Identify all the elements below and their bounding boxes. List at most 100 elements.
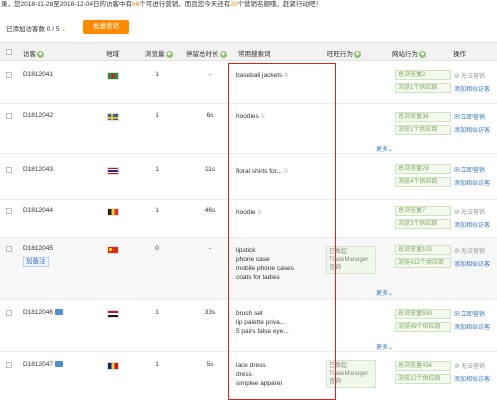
row-checkbox[interactable]: [6, 208, 12, 214]
suppliers-badge[interactable]: 浏览3个供应商: [395, 219, 451, 229]
flag-icon: [107, 113, 119, 121]
suppliers-badge[interactable]: 浏览412个供应商: [395, 258, 451, 268]
flag-icon: [107, 72, 119, 80]
ban-icon: ⊘: [454, 209, 460, 216]
add-similar-visitor-link[interactable]: 添加相似访客: [454, 220, 490, 229]
views-value: 1: [155, 71, 159, 78]
col-views-label: 浏览量: [145, 51, 165, 58]
sort-icon[interactable]: ◆: [419, 50, 426, 58]
total-views-badge[interactable]: 总浏览量29: [395, 164, 451, 174]
add-similar-visitor-link[interactable]: 添加相似访客: [454, 374, 490, 383]
visitor-id[interactable]: D1812046: [23, 309, 63, 316]
contact-card-icon: [55, 309, 63, 316]
row-checkbox[interactable]: [6, 167, 12, 173]
row-checkbox[interactable]: [6, 246, 12, 252]
action-label: 立即营销: [460, 312, 485, 318]
suppliers-badge[interactable]: 浏览4个供应商: [395, 177, 451, 187]
keyword-column-highlight: [228, 63, 336, 400]
action-label: 无法营销: [460, 364, 485, 370]
selected-count[interactable]: 已添加访客数 0 / 5 ⌄: [6, 23, 66, 33]
sort-icon[interactable]: ◆: [219, 50, 227, 58]
add-similar-visitor-link[interactable]: 添加相似访客: [454, 259, 490, 268]
market-now-action[interactable]: ✉立即营销: [454, 165, 485, 174]
flag-icon: [107, 310, 119, 318]
chevron-down-icon: ⌄: [61, 27, 67, 33]
views-value: 1: [155, 166, 159, 173]
visitor-id-text: D1812047: [23, 361, 53, 368]
visitor-id[interactable]: D1812047: [23, 361, 63, 368]
envelope-icon: ✉: [454, 114, 460, 121]
views-value: 1: [155, 207, 159, 214]
action-label: 无法营销: [460, 74, 485, 80]
select-all-checkbox[interactable]: [6, 49, 12, 55]
add-similar-visitor-link[interactable]: 添加相似访客: [454, 178, 490, 187]
flag-emblem: [111, 74, 115, 78]
action-label: 立即营销: [460, 168, 485, 174]
sort-icon[interactable]: ◆: [354, 50, 361, 58]
cannot-market-action: ⊘无法营销: [454, 246, 485, 255]
sort-icon[interactable]: ◆: [37, 50, 44, 58]
table-header: 访客 ◆ 地域 浏览量 ◆ 停留总时长 ◆ 常用搜索词 旺旺行为 ◆ 网站行为 ◆ 操作: [0, 42, 497, 61]
col-wangwang[interactable]: 旺旺行为 ◆: [327, 48, 361, 58]
suppliers-badge[interactable]: 浏览1个供应商: [395, 83, 451, 93]
notice-prefix: 录，您2018-11-28至2018-12-04日的访客中有: [1, 1, 133, 8]
col-region: 地域: [106, 51, 119, 58]
stay-value: -: [208, 71, 212, 78]
visitor-id[interactable]: D1812045: [23, 245, 53, 252]
col-visitor-label: 访客: [23, 51, 36, 58]
more-link[interactable]: 更多⌄: [376, 144, 393, 153]
col-visitor[interactable]: 访客 ◆: [23, 48, 44, 58]
visitor-id[interactable]: D1812041: [23, 71, 53, 78]
bulk-marketing-button[interactable]: 批量营销: [83, 20, 129, 34]
total-views-badge[interactable]: 总浏览量590: [395, 309, 451, 319]
views-value: 1: [155, 112, 159, 119]
total-views-badge[interactable]: 总浏览量36: [395, 112, 451, 122]
selected-count-label: 已添加访客数 0 / 5: [6, 26, 60, 33]
flag-icon: [107, 167, 119, 175]
more-link[interactable]: 更多⌄: [376, 342, 393, 351]
sort-icon[interactable]: ◆: [165, 50, 173, 58]
total-views-badge[interactable]: 总浏览量103: [395, 245, 451, 255]
visitor-id[interactable]: D1812044: [23, 207, 53, 214]
col-views[interactable]: 浏览量 ◆: [145, 48, 173, 58]
row-checkbox[interactable]: [6, 310, 12, 316]
col-site-behavior[interactable]: 网站行为 ◆: [392, 48, 426, 58]
total-views-badge[interactable]: 总浏览量2: [395, 70, 451, 80]
stay-value: 6s: [206, 112, 214, 119]
add-similar-visitor-link[interactable]: 添加相似访客: [454, 322, 490, 331]
envelope-icon: ✉: [454, 167, 460, 174]
action-label: 立即营销: [460, 115, 485, 121]
views-value: 1: [155, 361, 159, 368]
col-action: 操作: [453, 51, 466, 58]
suppliers-badge[interactable]: 浏览49个供应商: [395, 322, 451, 332]
contact-card-icon: [55, 361, 63, 368]
total-views-badge[interactable]: 总浏览量434: [395, 361, 451, 371]
row-checkbox[interactable]: [6, 113, 12, 119]
row-checkbox[interactable]: [6, 362, 12, 368]
action-label: 无法营销: [460, 249, 485, 255]
market-now-action[interactable]: ✉立即营销: [454, 112, 485, 121]
views-value: 1: [155, 309, 159, 316]
add-similar-visitor-link[interactable]: 添加相似访客: [454, 125, 490, 134]
add-similar-visitor-link[interactable]: 添加相似访客: [454, 84, 490, 93]
ban-icon: ⊘: [454, 363, 460, 370]
toolbar: 已添加访客数 0 / 5 ⌄ 批量营销: [0, 18, 497, 38]
more-link[interactable]: 更多⌄: [376, 288, 393, 297]
row-checkbox[interactable]: [6, 72, 12, 78]
suppliers-badge[interactable]: 浏览1个供应商: [395, 125, 451, 135]
cannot-market-action: ⊘无法营销: [454, 207, 485, 216]
stay-value: -: [208, 245, 212, 252]
notice-suffix: 个营销名额哦，赶紧行动吧！: [237, 1, 322, 8]
ban-icon: ⊘: [454, 73, 460, 80]
suppliers-badge[interactable]: 浏览22个供应商: [395, 374, 451, 384]
stay-value: 46s: [204, 207, 216, 214]
ban-icon: ⊘: [454, 248, 460, 255]
action-label: 无法营销: [460, 210, 485, 216]
visitor-id[interactable]: D1812042: [23, 112, 53, 119]
flag-stripe: [111, 114, 113, 120]
col-stay[interactable]: 停留总时长 ◆: [186, 48, 227, 58]
total-views-badge[interactable]: 总浏览量7: [395, 206, 451, 216]
add-remark-button[interactable]: 加备注: [23, 257, 49, 267]
market-now-action[interactable]: ✉立即营销: [454, 309, 485, 318]
visitor-id[interactable]: D1812043: [23, 166, 53, 173]
